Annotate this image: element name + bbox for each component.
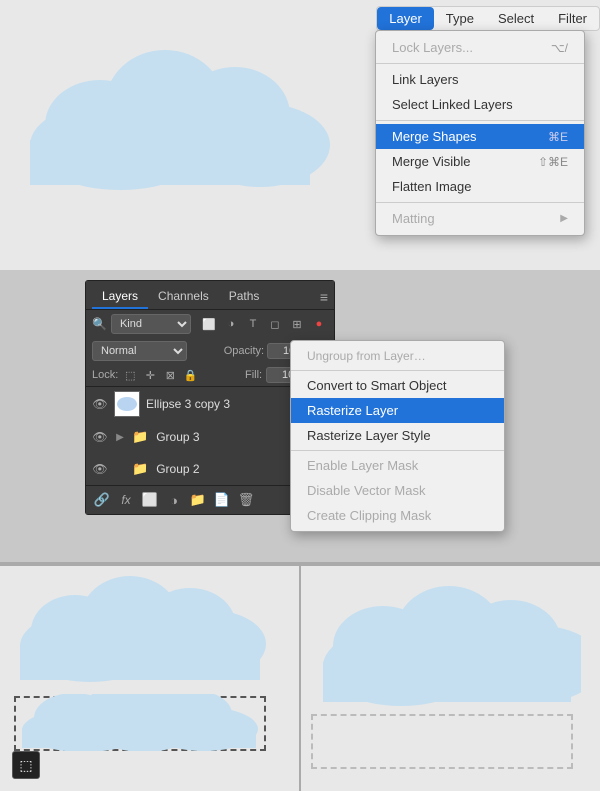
filter-smart-icon[interactable]: ⊞ (288, 315, 306, 333)
layer-filter-icons: ⬜ ◑ T ◻ ⊞ ● (200, 315, 328, 333)
link-layers-btn[interactable]: 🔗 (92, 490, 112, 510)
tab-paths[interactable]: Paths (219, 285, 270, 309)
opacity-label: Opacity: (224, 345, 264, 357)
dropdown-lock-layers[interactable]: Lock Layers... ⌥/ (376, 35, 584, 60)
context-ungroup[interactable]: Ungroup from Layer… (291, 344, 504, 368)
menu-type[interactable]: Type (434, 7, 486, 30)
layer-visibility-ellipse[interactable]: 👁 (92, 396, 108, 412)
folder-btn[interactable]: 📁 (188, 490, 208, 510)
tab-channels[interactable]: Channels (148, 285, 219, 309)
layers-panel-menu-icon[interactable]: ≡ (320, 289, 328, 305)
kind-filter-select[interactable]: Kind (111, 314, 191, 334)
layer-visibility-group2[interactable]: 👁 (92, 461, 108, 477)
dropdown-select-linked[interactable]: Select Linked Layers (376, 92, 584, 117)
lock-label: Lock: (92, 369, 118, 381)
context-clipping-mask[interactable]: Create Clipping Mask (291, 503, 504, 528)
bottom-canvas: ⬚ (0, 566, 600, 791)
dropdown-flatten-image[interactable]: Flatten Image (376, 174, 584, 199)
filter-adjust-icon[interactable]: ◑ (222, 315, 240, 333)
cloud-bottom-right (311, 586, 581, 716)
fx-btn[interactable]: fx (116, 490, 136, 510)
context-rasterize-layer[interactable]: Rasterize Layer (291, 398, 504, 423)
lock-artboard-btn[interactable]: ⊠ (162, 367, 178, 383)
filter-text-icon[interactable]: T (244, 315, 262, 333)
layer-thumb-ellipse (114, 391, 140, 417)
bottom-right-selection-border (311, 714, 573, 769)
mask-btn[interactable]: ⬜ (140, 490, 160, 510)
selection-icon: ⬚ (19, 757, 32, 774)
dropdown-divider-2 (376, 120, 584, 121)
menu-layer[interactable]: Layer (377, 7, 434, 30)
filter-pixel-icon[interactable]: ⬜ (200, 315, 218, 333)
context-rasterize-style[interactable]: Rasterize Layer Style (291, 423, 504, 448)
context-menu: Ungroup from Layer… Convert to Smart Obj… (290, 340, 505, 532)
filter-shape-icon[interactable]: ◻ (266, 315, 284, 333)
context-divider-0 (291, 370, 504, 371)
folder-icon-group2: 📁 (132, 461, 148, 477)
menu-bar: Layer Type Select Filter (376, 6, 600, 31)
cloud-bottom-left-bg (10, 576, 270, 696)
context-enable-mask[interactable]: Enable Layer Mask (291, 453, 504, 478)
bottom-left-canvas: ⬚ (0, 566, 301, 791)
search-icon: 🔍 (92, 317, 107, 331)
dropdown-divider-3 (376, 202, 584, 203)
dropdown-divider-1 (376, 63, 584, 64)
adjustment-btn[interactable]: ◑ (164, 490, 184, 510)
selection-tool-icon[interactable]: ⬚ (12, 751, 40, 779)
delete-layer-btn[interactable]: 🗑 (236, 490, 256, 510)
lock-position-btn[interactable]: ✛ (142, 367, 158, 383)
dropdown-merge-shapes[interactable]: Merge Shapes ⌘E (376, 124, 584, 149)
layers-tabs-row: Layers Channels Paths ≡ (86, 281, 334, 310)
cloud-main (20, 35, 330, 190)
dropdown-matting[interactable]: Matting ▶ (376, 206, 584, 231)
folder-icon-group3: 📁 (132, 429, 148, 445)
lock-pixels-btn[interactable]: ⬚ (122, 367, 138, 383)
fill-label: Fill: (245, 369, 262, 381)
dropdown-link-layers[interactable]: Link Layers (376, 67, 584, 92)
layers-filter-row: 🔍 Kind ⬜ ◑ T ◻ ⊞ ● (86, 310, 334, 338)
layer-expand-group3[interactable]: ▶ (114, 431, 126, 443)
blend-mode-select[interactable]: Normal (92, 341, 187, 361)
tab-layers[interactable]: Layers (92, 285, 148, 309)
menu-filter[interactable]: Filter (546, 7, 599, 30)
dropdown-merge-visible[interactable]: Merge Visible ⇧⌘E (376, 149, 584, 174)
context-divider-1 (291, 450, 504, 451)
layers-tab-group: Layers Channels Paths (92, 285, 269, 309)
layer-dropdown-menu: Lock Layers... ⌥/ Link Layers Select Lin… (375, 30, 585, 236)
menu-select[interactable]: Select (486, 7, 546, 30)
bottom-right-canvas (301, 566, 600, 791)
new-layer-btn[interactable]: 📄 (212, 490, 232, 510)
cloud-bottom-left-sel (14, 694, 266, 751)
context-convert-smart[interactable]: Convert to Smart Object (291, 373, 504, 398)
filter-circle-icon[interactable]: ● (310, 315, 328, 333)
lock-all-btn[interactable]: 🔒 (182, 367, 198, 383)
context-disable-vector[interactable]: Disable Vector Mask (291, 478, 504, 503)
layer-visibility-group3[interactable]: 👁 (92, 429, 108, 445)
